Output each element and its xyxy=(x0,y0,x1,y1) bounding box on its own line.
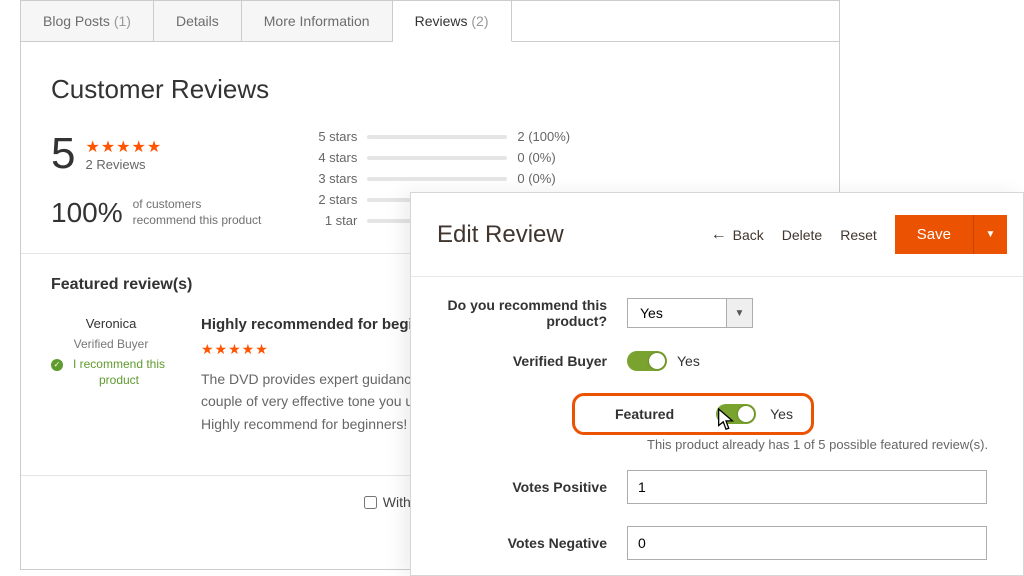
panel-title: Edit Review xyxy=(437,221,564,249)
check-icon: ✓ xyxy=(51,359,63,371)
tab-more-info[interactable]: More Information xyxy=(242,1,393,41)
bar-track xyxy=(367,156,507,160)
featured-toggle[interactable] xyxy=(716,404,756,424)
verified-buyer-label: Verified Buyer xyxy=(51,337,171,351)
reset-button[interactable]: Reset xyxy=(840,227,877,243)
tab-label: More Information xyxy=(264,13,370,29)
field-label-verified: Verified Buyer xyxy=(427,353,627,369)
recommend-pct: 100% xyxy=(51,197,123,229)
field-label-recommend: Do you recommend this product? xyxy=(427,297,627,329)
edit-review-panel: Edit Review Back Delete Reset Save ▼ Do … xyxy=(410,192,1024,576)
select-value: Yes xyxy=(627,298,727,328)
field-label-votes-positive: Votes Positive xyxy=(427,479,627,495)
bar-track xyxy=(367,177,507,181)
review-count: 2 Reviews xyxy=(85,157,162,172)
breakdown-count: 0 (0%) xyxy=(517,171,555,186)
tab-count: (2) xyxy=(471,13,488,29)
toggle-value: Yes xyxy=(677,353,700,369)
toggle-value: Yes xyxy=(770,406,793,422)
breakdown-label: 1 star xyxy=(309,213,357,228)
field-label-featured: Featured xyxy=(615,406,674,422)
breakdown-label: 4 stars xyxy=(309,150,357,165)
breakdown-label: 5 stars xyxy=(309,129,357,144)
chevron-down-icon: ▼ xyxy=(727,298,753,328)
tab-count: (1) xyxy=(114,13,131,29)
section-title: Customer Reviews xyxy=(51,74,809,105)
tab-blog-posts[interactable]: Blog Posts (1) xyxy=(21,1,154,41)
field-label-votes-negative: Votes Negative xyxy=(427,535,627,551)
save-dropdown[interactable]: ▼ xyxy=(973,215,1007,254)
breakdown-count: 2 (100%) xyxy=(517,129,570,144)
tab-label: Reviews xyxy=(415,13,468,29)
recommend-badge: ✓ I recommend this product xyxy=(51,357,171,388)
recommend-text: of customers recommend this product xyxy=(133,197,262,228)
breakdown-row[interactable]: 3 stars 0 (0%) xyxy=(309,171,570,186)
breakdown-row[interactable]: 4 stars 0 (0%) xyxy=(309,150,570,165)
breakdown-row[interactable]: 5 stars 2 (100%) xyxy=(309,129,570,144)
tab-label: Blog Posts xyxy=(43,13,110,29)
breakdown-label: 3 stars xyxy=(309,171,357,186)
back-button[interactable]: Back xyxy=(711,226,764,244)
verified-toggle[interactable] xyxy=(627,351,667,371)
votes-negative-input[interactable] xyxy=(627,526,987,560)
checkbox[interactable] xyxy=(364,496,377,509)
review-author: Veronica xyxy=(51,316,171,331)
delete-button[interactable]: Delete xyxy=(782,227,822,243)
tab-label: Details xyxy=(176,13,219,29)
votes-positive-input[interactable] xyxy=(627,470,987,504)
recommend-select[interactable]: Yes ▼ xyxy=(627,298,753,328)
bar-track xyxy=(367,135,507,139)
breakdown-label: 2 stars xyxy=(309,192,357,207)
breakdown-count: 0 (0%) xyxy=(517,150,555,165)
featured-highlight: Featured Yes xyxy=(572,393,814,435)
avg-rating: 5 xyxy=(51,129,75,179)
stars-icon: ★★★★★ xyxy=(85,137,162,157)
featured-note: This product already has 1 of 5 possible… xyxy=(647,437,1007,452)
save-button[interactable]: Save xyxy=(895,215,973,254)
tab-reviews[interactable]: Reviews (2) xyxy=(393,1,512,42)
tab-details[interactable]: Details xyxy=(154,1,242,41)
